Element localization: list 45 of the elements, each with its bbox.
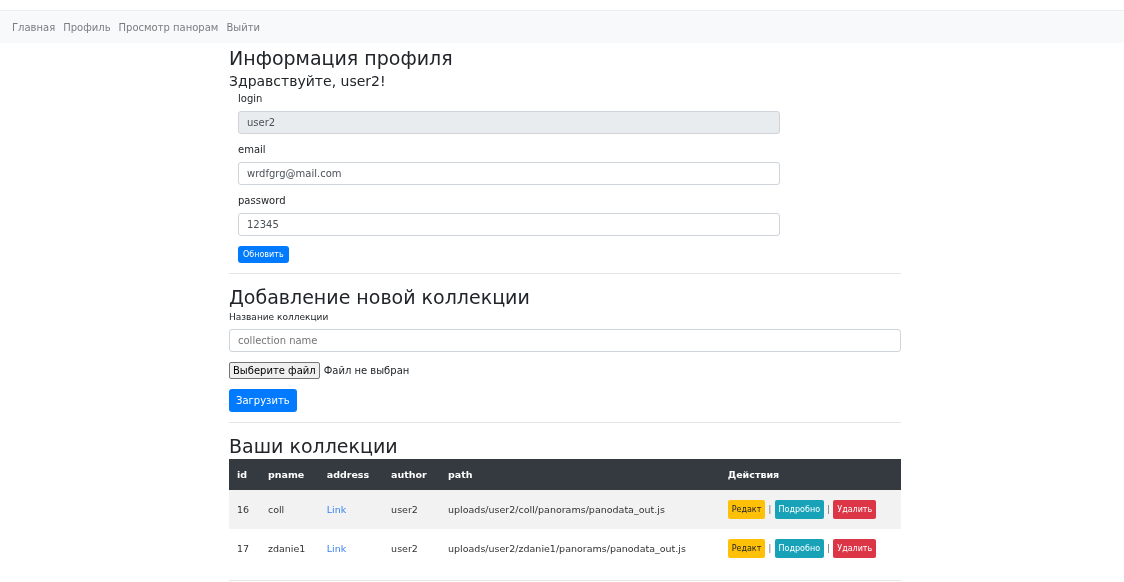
action-button[interactable]: Редакт — [727, 500, 766, 519]
field-label: password — [238, 195, 287, 206]
separator: | — [768, 503, 772, 514]
nav-link[interactable]: Выйти — [226, 21, 260, 33]
column-header: author — [383, 459, 441, 490]
input-field[interactable]: 12345 — [238, 213, 780, 236]
action-button[interactable]: Подробно — [774, 500, 825, 519]
table-cell: user2 — [383, 529, 441, 568]
table-cell: coll — [259, 490, 319, 529]
column-header: path — [440, 459, 720, 490]
action-button[interactable]: Удалить — [833, 500, 877, 519]
nav-link[interactable]: Просмотр панорам — [118, 21, 219, 33]
update-button[interactable]: Обновить — [238, 246, 289, 263]
address-link[interactable]: Link — [326, 543, 347, 554]
choose-file-button[interactable]: Выберите файл — [229, 362, 320, 379]
field-label: login — [238, 93, 264, 104]
section-title: Добавление новой коллекции — [229, 286, 530, 308]
address-link[interactable]: Link — [326, 504, 347, 515]
action-button[interactable]: Удалить — [833, 539, 877, 558]
nav-link[interactable]: Главная — [12, 21, 56, 33]
column-header: id — [229, 459, 260, 490]
greeting: Здравствуйте, user2! — [229, 73, 386, 89]
table-cell: uploads/user2/coll/panorams/panodata_out.js — [440, 490, 720, 529]
separator: | — [768, 542, 772, 553]
field-label: email — [238, 144, 267, 155]
column-header: address — [318, 459, 384, 490]
table-cell: zdanie1 — [259, 529, 319, 568]
section-title: Ваши коллекции — [229, 435, 398, 457]
file-status: Файл не выбран — [323, 365, 410, 376]
column-header: Действия — [719, 459, 901, 490]
field-label: Название коллекции — [229, 312, 329, 322]
table-cell: 17 — [229, 529, 260, 568]
action-button[interactable]: Подробно — [774, 539, 825, 558]
table-cell: 16 — [229, 490, 260, 529]
section-title: Информация профиля — [229, 47, 453, 69]
separator: | — [827, 503, 831, 514]
table-cell: user2 — [383, 490, 441, 529]
upload-button[interactable]: Загрузить — [229, 389, 297, 412]
column-header: pname — [259, 459, 319, 490]
input-field[interactable]: wrdfgrg@mail.com — [238, 162, 780, 185]
action-button[interactable]: Редакт — [727, 539, 766, 558]
input-field[interactable]: collection name — [229, 329, 901, 352]
table-cell: uploads/user2/zdanie1/panorams/panodata_out.js — [440, 529, 720, 568]
nav-link[interactable]: Профиль — [63, 21, 111, 33]
separator: | — [827, 542, 831, 553]
